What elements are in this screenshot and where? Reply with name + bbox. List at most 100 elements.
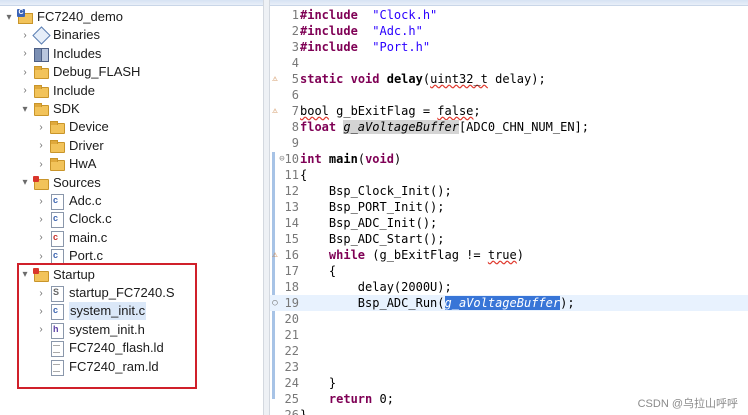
warning-icon[interactable]: ⚠ (270, 71, 280, 87)
collapse-arrow-icon[interactable]: › (35, 155, 47, 173)
tree-item-label: FC7240_ram.ld (69, 358, 159, 374)
collapse-arrow-icon[interactable]: › (35, 247, 47, 265)
collapse-arrow-icon[interactable]: › (19, 45, 31, 63)
tree-item[interactable]: FC7240_ram.ld (0, 358, 263, 376)
tree-item[interactable]: › system_init.h (0, 321, 263, 339)
code-text[interactable]: return 0; (300, 391, 394, 407)
code-text[interactable]: Bsp_ADC_Init(); (300, 215, 437, 231)
tree-item[interactable]: › Clock.c (0, 210, 263, 229)
tree-item[interactable]: ▾ FC7240_demo (0, 8, 263, 26)
code-text[interactable]: while (g_bExitFlag != true) (300, 247, 524, 263)
code-token: { (300, 168, 308, 182)
tree-item[interactable]: FC7240_flash.ld (0, 339, 263, 358)
code-text[interactable]: Bsp_ADC_Run(g_aVoltageBuffer); (300, 295, 575, 311)
collapse-arrow-icon[interactable]: › (35, 210, 47, 228)
code-editor[interactable]: 1 #include "Clock.h" 2 #include "Adc.h" 3 #in… (270, 0, 748, 415)
warning-icon[interactable]: ⚠ (270, 103, 280, 119)
code-text[interactable]: Bsp_ADC_Start(); (300, 231, 445, 247)
code-line[interactable]: 2 #include "Adc.h" (270, 23, 748, 39)
tree-item[interactable]: › HwA (0, 155, 263, 173)
tree-item[interactable]: ▾ SDK (0, 100, 263, 118)
code-line[interactable]: 3 #include "Port.h" (270, 39, 748, 55)
code-line[interactable]: 13 Bsp_PORT_Init(); (270, 199, 748, 215)
code-line[interactable]: ⚠ 7 bool g_bExitFlag = false; (270, 103, 748, 119)
code-line[interactable]: 4 (270, 55, 748, 71)
code-line[interactable]: 20 (270, 311, 748, 327)
tree-item[interactable]: › Device (0, 118, 263, 136)
code-line[interactable]: 17 { (270, 263, 748, 279)
collapse-arrow-icon[interactable]: › (35, 192, 47, 210)
code-line[interactable]: 24 } (270, 375, 748, 391)
code-line[interactable]: 1 #include "Clock.h" (270, 7, 748, 23)
tree-item[interactable]: › Port.c (0, 247, 263, 266)
collapse-arrow-icon[interactable]: › (19, 82, 31, 100)
tree-item-label: SDK (53, 101, 80, 116)
code-line[interactable]: 22 (270, 343, 748, 359)
pane-splitter[interactable] (263, 0, 270, 415)
code-line[interactable]: 12 Bsp_Clock_Init(); (270, 183, 748, 199)
occurrence-marker-icon[interactable]: ○ (270, 295, 280, 311)
code-line[interactable]: 6 (270, 87, 748, 103)
code-line[interactable]: 11{ (270, 167, 748, 183)
expand-arrow-icon[interactable]: ▾ (19, 100, 31, 118)
code-line[interactable]: 23 (270, 359, 748, 375)
code-text[interactable]: float g_aVoltageBuffer[ADC0_CHN_NUM_EN]; (300, 119, 589, 135)
code-text[interactable]: int main(void) (300, 151, 401, 167)
code-line[interactable]: 15 Bsp_ADC_Start(); (270, 231, 748, 247)
tree-item[interactable]: › Debug_FLASH (0, 63, 263, 81)
collapse-arrow-icon[interactable]: › (35, 229, 47, 247)
code-token: Bsp_ADC_Init(); (300, 216, 438, 230)
code-text[interactable]: #include "Clock.h" (300, 7, 437, 23)
warning-icon[interactable]: ⚠ (270, 247, 280, 263)
code-text[interactable]: static void delay(uint32_t delay); (300, 71, 546, 87)
code-line[interactable]: 21 (270, 327, 748, 343)
c-file-icon (49, 248, 65, 266)
code-token: Bsp_ADC_Run( (300, 296, 445, 310)
expand-arrow-icon[interactable]: ▾ (3, 8, 15, 26)
code-line[interactable]: 18 delay(2000U); (270, 279, 748, 295)
collapse-arrow-icon[interactable]: › (19, 26, 31, 44)
tree-item[interactable]: › Driver (0, 137, 263, 155)
code-text[interactable]: } (300, 375, 336, 391)
tree-item[interactable]: › startup_FC7240.S (0, 284, 263, 302)
code-line[interactable]: ⊖ 10 int main(void) (270, 151, 748, 167)
code-token: void (365, 152, 394, 166)
code-text[interactable]: #include "Adc.h" (300, 23, 423, 39)
code-text[interactable]: Bsp_Clock_Init(); (300, 183, 452, 199)
tree-item-label: Include (53, 82, 95, 98)
code-text[interactable]: } (300, 407, 307, 415)
line-number: 7 (291, 104, 299, 118)
tree-item[interactable]: › Includes (0, 45, 263, 63)
code-line[interactable]: 14 Bsp_ADC_Init(); (270, 215, 748, 231)
collapse-arrow-icon[interactable]: › (19, 63, 31, 81)
tree-item-label: Debug_FLASH (53, 64, 141, 80)
tree-item[interactable]: › system_init.c (0, 302, 263, 321)
code-line[interactable]: ○ 19 Bsp_ADC_Run(g_aVoltageBuffer); (270, 295, 748, 311)
collapse-arrow-icon[interactable]: › (35, 137, 47, 155)
code-token: Bsp_Clock_Init(); (300, 184, 452, 198)
code-text[interactable]: Bsp_PORT_Init(); (300, 199, 445, 215)
tree-item[interactable]: › Adc.c (0, 192, 263, 210)
code-line[interactable]: ⚠ 16 while (g_bExitFlag != true) (270, 247, 748, 263)
code-line[interactable]: ⚠ 5 static void delay(uint32_t delay); (270, 71, 748, 87)
tree-item[interactable]: › Binaries (0, 26, 263, 44)
code-text[interactable]: #include "Port.h" (300, 39, 430, 55)
expand-arrow-icon[interactable]: ▾ (19, 266, 31, 284)
binaries-icon (33, 27, 49, 43)
tree-item[interactable]: ▾ Sources (0, 174, 263, 192)
tree-item[interactable]: › main.c (0, 229, 263, 247)
code-text[interactable]: { (300, 263, 336, 279)
expand-arrow-icon[interactable]: ▾ (19, 174, 31, 192)
code-line[interactable]: 9 (270, 135, 748, 151)
collapse-arrow-icon[interactable]: › (35, 302, 47, 320)
code-text[interactable]: bool g_bExitFlag = false; (300, 103, 481, 119)
code-text[interactable]: delay(2000U); (300, 279, 452, 295)
code-line[interactable]: 8 float g_aVoltageBuffer[ADC0_CHN_NUM_EN]… (270, 119, 748, 135)
tree-item[interactable]: ▾ Startup (0, 266, 263, 284)
collapse-arrow-icon[interactable]: › (35, 118, 47, 136)
code-text[interactable]: { (300, 167, 307, 183)
collapse-arrow-icon[interactable]: › (35, 321, 47, 339)
collapse-arrow-icon[interactable]: › (35, 284, 47, 302)
tree-item[interactable]: › Include (0, 82, 263, 100)
